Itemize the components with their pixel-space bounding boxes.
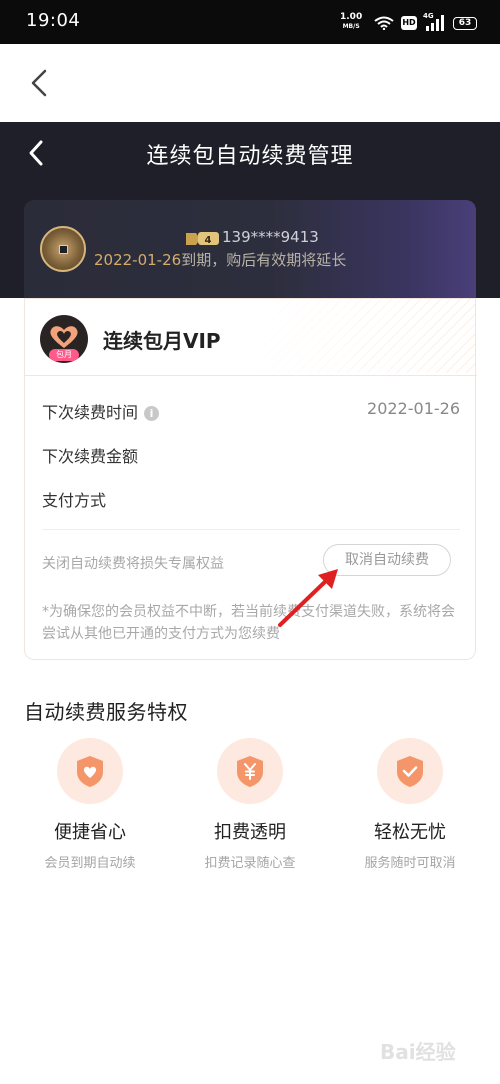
expire-date: 2022-01-26 [94, 251, 182, 269]
cancel-warning-text: 关闭自动续费将损失专属权益 [42, 556, 224, 572]
watermark: Bai经验 [380, 1040, 456, 1064]
vip-level-badge: 4 [186, 232, 219, 246]
subscription-card: 包月 连续包月VIP 下次续费时间 i 2022-01-26 下次续费金额 支付方… [24, 298, 477, 660]
privilege-subtitle: 扣费记录随心查 [204, 856, 296, 871]
plan-name: 连续包月VIP [103, 329, 221, 353]
battery-icon: 63 [453, 17, 477, 30]
detail-value: 2022-01-26 [367, 399, 460, 418]
privilege-title: 轻松无忧 [374, 822, 446, 843]
privileges-title: 自动续费服务特权 [24, 700, 188, 724]
privilege-title: 便捷省心 [54, 822, 126, 843]
back-icon[interactable] [26, 68, 56, 98]
plan-tag: 包月 [49, 349, 79, 361]
wifi-icon [374, 16, 394, 30]
signal-icon [426, 15, 444, 31]
plan-icon: 包月 [40, 315, 88, 363]
detail-label: 下次续费金额 [42, 447, 139, 466]
expire-info: 2022-01-26到期，购后有效期将延长 [94, 249, 346, 270]
detail-label: 下次续费时间 [42, 403, 139, 422]
avatar[interactable] [40, 226, 86, 272]
privilege-subtitle: 会员到期自动续 [44, 856, 136, 871]
heart-icon [50, 326, 78, 348]
expire-text: 到期，购后有效期将延长 [181, 251, 347, 269]
detail-label: 支付方式 [42, 491, 107, 510]
yuan-shield-icon [217, 738, 283, 804]
renewal-note: *为确保您的会员权益不中断，若当前续费支付渠道失败，系统将会尝试从其他已开通的支… [42, 604, 455, 642]
status-time: 19:04 [26, 10, 81, 31]
privilege-subtitle: 服务随时可取消 [364, 856, 456, 871]
privilege-item-convenient: 便捷省心 会员到期自动续 [15, 738, 165, 871]
check-shield-icon [377, 738, 443, 804]
info-icon[interactable]: i [144, 406, 160, 421]
coin-hole [59, 245, 68, 254]
privilege-item-worry-free: 轻松无忧 服务随时可取消 [335, 738, 485, 871]
divider [42, 529, 460, 530]
network-speed-unit: MB/S [342, 23, 360, 30]
heart-shield-icon [57, 738, 123, 804]
user-phone: 139****9413 [222, 228, 319, 246]
user-card: 4 139****9413 2022-01-26到期，购后有效期将延长 [24, 200, 476, 298]
privilege-title: 扣费透明 [214, 822, 286, 843]
status-bar: 19:04 1.00 MB/S HD 4G 63 [0, 0, 500, 44]
vip-level-text: 4 [205, 235, 212, 246]
network-speed: 1.00 MB/S [340, 13, 362, 31]
network-speed-value: 1.00 [340, 12, 363, 22]
divider [25, 375, 477, 376]
detail-row-next-renewal-amount: 下次续费金额 [42, 443, 460, 467]
red-arrow-annotation [278, 569, 338, 627]
privilege-item-transparent: 扣费透明 扣费记录随心查 [175, 738, 325, 871]
top-nav [0, 44, 500, 122]
decorative-stripes [245, 299, 475, 373]
page-title: 连续包自动续费管理 [146, 144, 354, 169]
detail-row-next-renewal-time: 下次续费时间 i 2022-01-26 [42, 399, 460, 423]
hd-icon: HD [401, 16, 417, 30]
detail-row-payment-method: 支付方式 [42, 487, 460, 511]
